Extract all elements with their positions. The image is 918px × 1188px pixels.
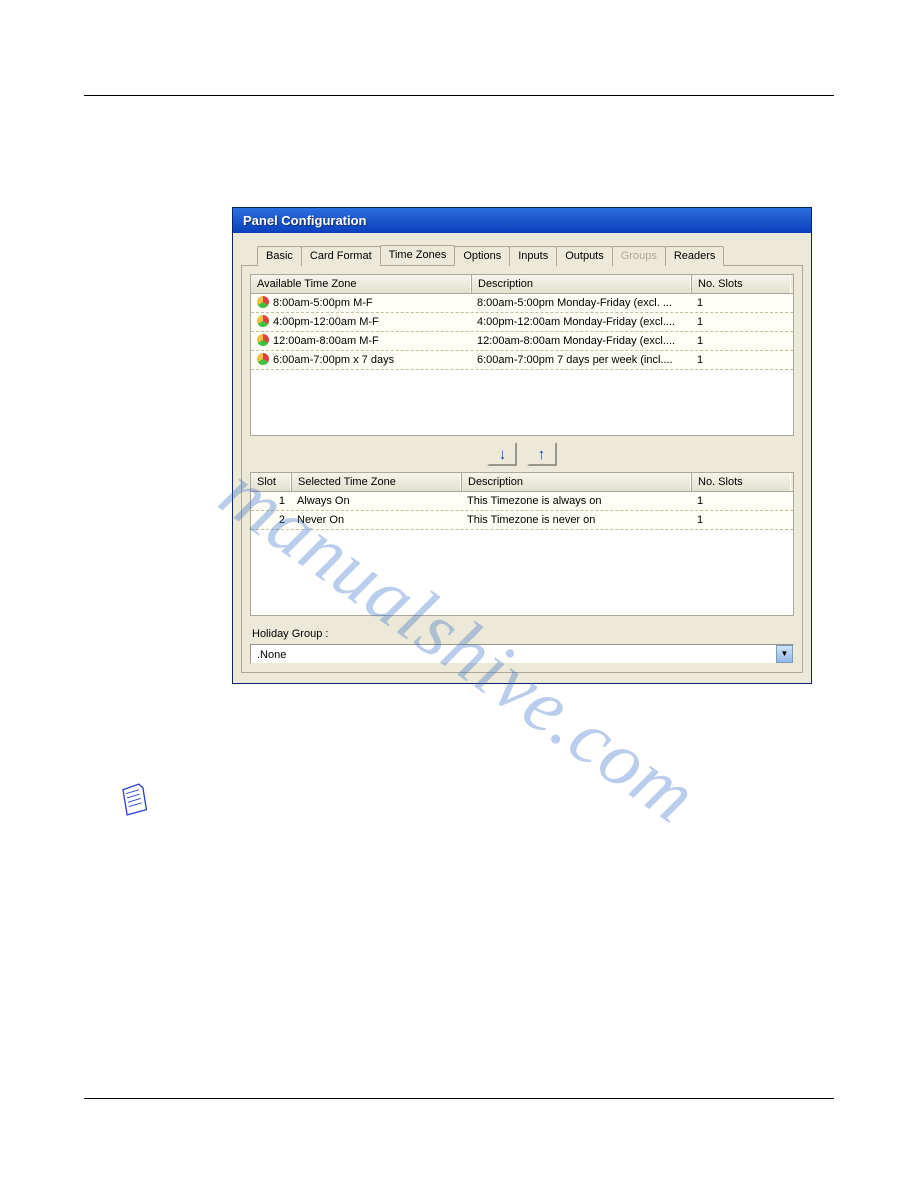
cell-slots: 1 [691, 332, 791, 350]
tab-inputs[interactable]: Inputs [509, 246, 557, 266]
timezone-icon [257, 353, 269, 365]
move-down-button[interactable]: ↓ [487, 442, 517, 466]
cell-desc: 4:00pm-12:00am Monday-Friday (excl.... [471, 313, 691, 331]
cell-slots: 1 [691, 294, 791, 312]
available-header-desc[interactable]: Description [471, 275, 691, 293]
tab-strip: Basic Card Format Time Zones Options Inp… [233, 233, 811, 265]
move-buttons-row: ↓ ↑ [250, 442, 794, 466]
cell-name: 12:00am-8:00am M-F [273, 335, 379, 347]
cell-desc: This Timezone is never on [461, 511, 691, 529]
cell-slots: 1 [691, 313, 791, 331]
page-rule-bottom [84, 1098, 834, 1099]
tab-readers[interactable]: Readers [665, 246, 725, 266]
timezone-icon [257, 296, 269, 308]
table-row[interactable]: 2 Never On This Timezone is never on 1 [251, 511, 793, 530]
cell-slots: 1 [691, 511, 791, 529]
selected-grid-header: Slot Selected Time Zone Description No. … [251, 473, 793, 492]
cell-slot: 2 [251, 511, 291, 529]
tab-groups: Groups [612, 246, 666, 266]
timezone-icon [257, 334, 269, 346]
cell-desc: 8:00am-5:00pm Monday-Friday (excl. ... [471, 294, 691, 312]
selected-timezone-grid[interactable]: Slot Selected Time Zone Description No. … [250, 472, 794, 616]
tab-content-time-zones: Available Time Zone Description No. Slot… [241, 265, 803, 673]
table-row[interactable]: 1 Always On This Timezone is always on 1 [251, 492, 793, 511]
panel-configuration-window: Panel Configuration Basic Card Format Ti… [232, 207, 812, 684]
cell-desc: This Timezone is always on [461, 492, 691, 510]
holiday-group-combo[interactable]: .None ▼ [250, 644, 794, 664]
cell-name: 4:00pm-12:00am M-F [273, 316, 379, 328]
chevron-down-icon[interactable]: ▼ [776, 645, 793, 663]
page-rule-top [84, 95, 834, 96]
tab-time-zones[interactable]: Time Zones [380, 245, 456, 265]
available-header-slots[interactable]: No. Slots [691, 275, 791, 293]
timezone-icon [257, 315, 269, 327]
tab-outputs[interactable]: Outputs [556, 246, 613, 266]
selected-grid-empty-area [251, 530, 793, 615]
cell-desc: 12:00am-8:00am Monday-Friday (excl.... [471, 332, 691, 350]
cell-slots: 1 [691, 351, 791, 369]
holiday-group-label: Holiday Group : [252, 628, 792, 640]
note-icon [118, 780, 152, 816]
available-grid-empty-area [251, 370, 793, 435]
table-row[interactable]: 6:00am-7:00pm x 7 days 6:00am-7:00pm 7 d… [251, 351, 793, 370]
table-row[interactable]: 8:00am-5:00pm M-F 8:00am-5:00pm Monday-F… [251, 294, 793, 313]
cell-name: Never On [291, 511, 461, 529]
selected-header-slots[interactable]: No. Slots [691, 473, 791, 491]
available-header-name[interactable]: Available Time Zone [251, 275, 471, 293]
holiday-group-value: .None [257, 649, 286, 661]
cell-slot: 1 [251, 492, 291, 510]
table-row[interactable]: 4:00pm-12:00am M-F 4:00pm-12:00am Monday… [251, 313, 793, 332]
cell-slots: 1 [691, 492, 791, 510]
cell-name: 8:00am-5:00pm M-F [273, 297, 373, 309]
selected-header-desc[interactable]: Description [461, 473, 691, 491]
cell-desc: 6:00am-7:00pm 7 days per week (incl.... [471, 351, 691, 369]
cell-name: Always On [291, 492, 461, 510]
selected-header-slot[interactable]: Slot [251, 473, 291, 491]
move-up-button[interactable]: ↑ [527, 442, 557, 466]
window-title: Panel Configuration [233, 208, 811, 233]
cell-name: 6:00am-7:00pm x 7 days [273, 354, 394, 366]
tab-basic[interactable]: Basic [257, 246, 302, 266]
tab-card-format[interactable]: Card Format [301, 246, 381, 266]
available-grid-header: Available Time Zone Description No. Slot… [251, 275, 793, 294]
tab-options[interactable]: Options [454, 246, 510, 266]
available-timezone-grid[interactable]: Available Time Zone Description No. Slot… [250, 274, 794, 436]
selected-header-name[interactable]: Selected Time Zone [291, 473, 461, 491]
table-row[interactable]: 12:00am-8:00am M-F 12:00am-8:00am Monday… [251, 332, 793, 351]
